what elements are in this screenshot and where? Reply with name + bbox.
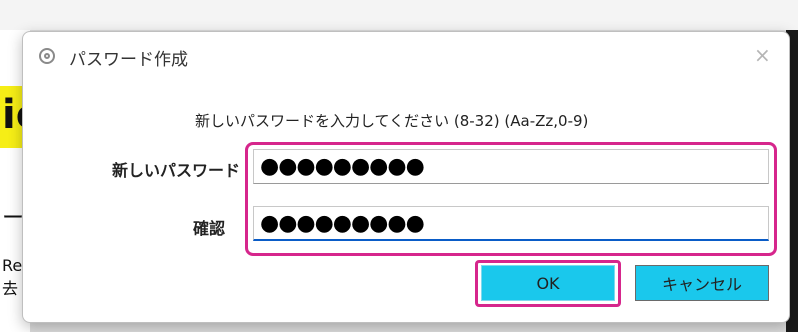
ok-highlight-box xyxy=(475,260,621,307)
background-text: Re xyxy=(2,256,23,275)
app-icon xyxy=(39,48,55,64)
background-text: 去 xyxy=(2,279,19,298)
fields-highlight-box xyxy=(245,142,777,256)
new-password-label: 新しいパスワード xyxy=(112,161,241,180)
background-text: ー xyxy=(2,206,25,231)
confirm-password-label: 確認 xyxy=(193,219,226,238)
create-password-dialog: パスワード作成 × 新しいパスワードを入力してください (8-32) (Aa-Z… xyxy=(22,31,790,323)
cancel-button[interactable]: キャンセル xyxy=(635,265,769,301)
dialog-titlebar: パスワード作成 × xyxy=(23,32,789,78)
close-icon[interactable]: × xyxy=(754,43,771,67)
background-app-topbar xyxy=(0,0,798,30)
instruction-text: 新しいパスワードを入力してください (8-32) (Aa-Zz,0-9) xyxy=(195,112,589,130)
dialog-title: パスワード作成 xyxy=(69,50,188,70)
